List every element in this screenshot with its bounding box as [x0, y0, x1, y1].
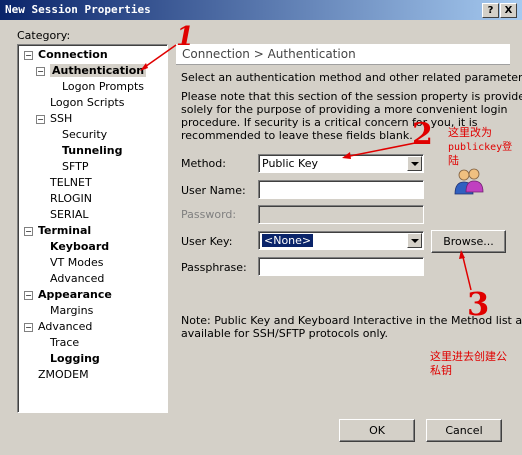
- tree-item-label: ZMODEM: [38, 368, 89, 381]
- annotation-note-3-line-2: 私钥: [430, 364, 452, 377]
- tree-item-label: RLOGIN: [50, 192, 93, 205]
- tree-item-label: Connection: [38, 48, 108, 61]
- userkey-value: <None>: [262, 234, 314, 247]
- tree-item[interactable]: Keyboard: [50, 240, 109, 253]
- tree-item-label: VT Modes: [50, 256, 104, 269]
- tree-item-label: Advanced: [38, 320, 93, 333]
- tree-expander-icon[interactable]: −: [24, 323, 33, 332]
- tree-item-label: Logon Scripts: [50, 96, 125, 109]
- tree-item[interactable]: Margins: [50, 304, 93, 317]
- passphrase-input[interactable]: [258, 257, 424, 276]
- browse-button[interactable]: Browse...: [431, 230, 506, 253]
- tree-item[interactable]: Logging: [50, 352, 100, 365]
- tree-item[interactable]: Connection: [38, 48, 108, 61]
- username-input[interactable]: [258, 180, 424, 199]
- cancel-button[interactable]: Cancel: [426, 419, 502, 442]
- tree-item-label: Security: [62, 128, 108, 141]
- note-line-2: solely for the purpose of providing a mo…: [181, 103, 508, 116]
- tree-item-label: SERIAL: [50, 208, 89, 221]
- intro-text: Select an authentication method and othe…: [181, 71, 522, 84]
- tree-item[interactable]: TELNET: [50, 176, 92, 189]
- note-line-4: recommended to leave these fields blank.: [181, 129, 413, 142]
- annotation-note-2-line-3: 陆: [448, 154, 459, 167]
- tree-expander-icon[interactable]: −: [36, 67, 45, 76]
- category-label: Category:: [17, 29, 71, 42]
- users-icon: [454, 168, 484, 195]
- window-title: New Session Properties: [5, 3, 151, 16]
- footnote-line-2: available for SSH/SFTP protocols only.: [181, 327, 388, 340]
- chevron-down-icon[interactable]: [407, 156, 422, 171]
- password-input: [258, 205, 424, 224]
- category-tree[interactable]: − Connection − Authentication Logon Prompts L…: [17, 44, 168, 413]
- note-line-3: procedure. If security is a critical con…: [181, 116, 478, 129]
- tree-item-label: Trace: [50, 336, 80, 349]
- close-button[interactable]: X: [500, 3, 517, 18]
- tree-item-label: TELNET: [50, 176, 92, 189]
- tree-item-label: Logging: [50, 352, 100, 365]
- tree-item-label: Terminal: [38, 224, 92, 237]
- method-label: Method:: [181, 157, 226, 170]
- annotation-number-1: 1: [176, 22, 195, 52]
- passphrase-label: Passphrase:: [181, 261, 247, 274]
- tree-item-label: SFTP: [62, 160, 89, 173]
- tree-item[interactable]: Logon Prompts: [62, 80, 144, 93]
- chevron-down-icon[interactable]: [407, 233, 422, 248]
- annotation-number-2: 2: [412, 117, 433, 152]
- tree-item[interactable]: Authentication: [50, 64, 147, 77]
- tree-item[interactable]: Trace: [50, 336, 79, 349]
- tree-expander-icon[interactable]: −: [24, 51, 33, 60]
- help-button[interactable]: ?: [482, 3, 499, 18]
- tree-expander-icon[interactable]: −: [24, 227, 33, 236]
- username-label: User Name:: [181, 184, 246, 197]
- userkey-label: User Key:: [181, 235, 233, 248]
- tree-item[interactable]: SSH: [50, 112, 72, 125]
- tree-item[interactable]: SERIAL: [50, 208, 88, 221]
- title-bar: New Session Properties ? X: [0, 0, 522, 20]
- tree-item[interactable]: RLOGIN: [50, 192, 92, 205]
- tree-item[interactable]: Terminal: [38, 224, 91, 237]
- method-select[interactable]: Public Key: [258, 154, 424, 173]
- ok-button[interactable]: OK: [339, 419, 415, 442]
- tree-expander-icon[interactable]: −: [24, 291, 33, 300]
- tree-item-label: SSH: [50, 112, 73, 125]
- password-label: Password:: [181, 208, 237, 221]
- tree-item-label: Keyboard: [50, 240, 110, 253]
- tree-item[interactable]: Security: [62, 128, 107, 141]
- annotation-note-2-line-2: publickey登: [448, 142, 513, 153]
- tree-item[interactable]: Advanced: [50, 272, 104, 285]
- tree-item[interactable]: Appearance: [38, 288, 112, 301]
- tree-item-label: Logon Prompts: [62, 80, 145, 93]
- tree-item[interactable]: ZMODEM: [38, 368, 89, 381]
- tree-expander-icon[interactable]: −: [36, 115, 45, 124]
- note-line-1: Please note that this section of the ses…: [181, 90, 522, 103]
- tree-item-label: Advanced: [50, 272, 105, 285]
- tree-item-label: Appearance: [38, 288, 112, 301]
- tree-item-label: Tunneling: [62, 144, 123, 157]
- breadcrumb: Connection > Authentication: [182, 47, 356, 61]
- tree-item[interactable]: SFTP: [62, 160, 88, 173]
- tree-item-label: Authentication: [50, 64, 147, 77]
- annotation-number-3: 3: [467, 285, 490, 323]
- tree-item[interactable]: Advanced: [38, 320, 92, 333]
- tree-item[interactable]: Tunneling: [62, 144, 123, 157]
- panel-header: Connection > Authentication: [176, 44, 510, 65]
- userkey-select[interactable]: <None>: [258, 231, 424, 250]
- tree-item[interactable]: VT Modes: [50, 256, 103, 269]
- tree-item-label: Margins: [50, 304, 94, 317]
- tree-item[interactable]: Logon Scripts: [50, 96, 124, 109]
- method-value: Public Key: [262, 157, 318, 170]
